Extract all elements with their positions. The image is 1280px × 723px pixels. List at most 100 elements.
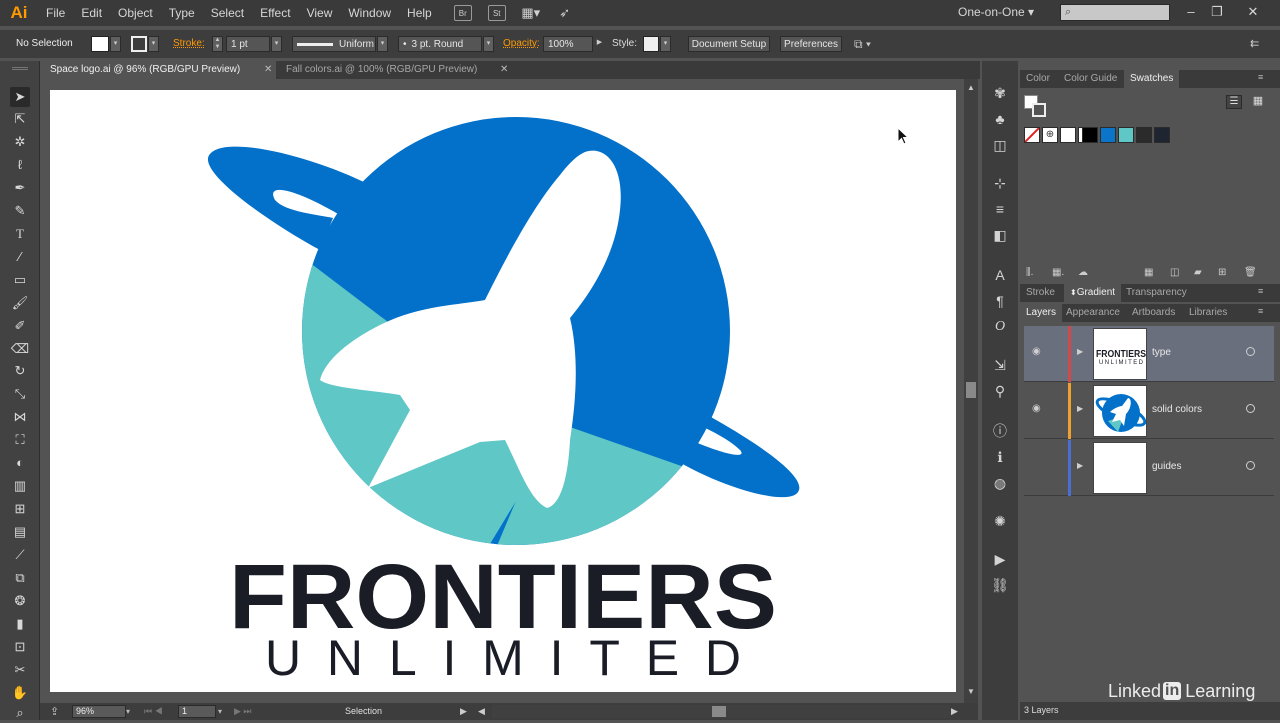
menu-type[interactable]: Type — [161, 0, 203, 26]
workspace-switcher[interactable]: One-on-One ▾ — [958, 5, 1034, 19]
close-tab-icon[interactable]: ✕ — [264, 61, 272, 79]
stroke-profile-dropdown[interactable]: ▾ — [377, 36, 388, 52]
close-tab-icon[interactable]: ✕ — [500, 61, 508, 79]
style-swatch[interactable] — [643, 36, 659, 52]
artboard[interactable]: FRONTIERS UNLIMITED — [50, 90, 956, 692]
stroke-swatch[interactable] — [131, 36, 147, 52]
hand-tool-icon[interactable]: ✋ — [10, 683, 30, 703]
expand-arrow-icon[interactable]: ▶ — [1077, 404, 1083, 413]
visibility-eye-icon[interactable]: ◉ — [1032, 346, 1041, 357]
zoom-level-field[interactable]: 96% — [72, 705, 126, 718]
bridge-icon[interactable]: Br — [453, 5, 472, 21]
gpu-performance-icon[interactable]: ➶ — [556, 5, 574, 21]
pen-tool-icon[interactable]: ✒ — [10, 178, 30, 198]
shape-builder-tool-icon[interactable]: ◐ — [10, 453, 30, 473]
swatch-blue[interactable] — [1100, 127, 1116, 143]
menu-window[interactable]: Window — [340, 0, 399, 26]
new-swatch-icon[interactable]: ⊞ — [1218, 267, 1226, 278]
swatch-libraries-icon[interactable]: ⫼. — [1026, 267, 1033, 278]
scale-tool-icon[interactable]: ⤡ — [10, 384, 30, 404]
fill-swatch[interactable] — [91, 36, 109, 52]
horizontal-scroll-thumb[interactable] — [712, 706, 726, 717]
style-dropdown[interactable]: ▾ — [660, 36, 671, 52]
panel-options-icon[interactable]: ≡ — [1258, 286, 1263, 296]
tab-artboards[interactable]: Artboards — [1126, 304, 1181, 322]
tab-fall-colors[interactable]: Fall colors.ai @ 100% (RGB/GPU Preview) — [276, 61, 516, 79]
arrange-icon[interactable]: ⧉ ▾ — [854, 36, 871, 52]
stroke-weight-dropdown[interactable]: ▾ — [271, 36, 282, 52]
opentype-panel-icon[interactable]: O — [989, 317, 1011, 337]
graphic-styles-panel-icon[interactable]: ◫ — [989, 135, 1011, 155]
artboard-number-field[interactable]: 1 — [178, 705, 216, 718]
actions-panel-icon[interactable]: ▶ — [989, 549, 1011, 569]
opacity-label[interactable]: Opacity: — [503, 36, 540, 52]
tab-layers[interactable]: Layers — [1020, 304, 1063, 322]
status-menu-arrow-icon[interactable]: ▶ — [460, 706, 467, 717]
perspective-grid-tool-icon[interactable]: ▥ — [10, 476, 30, 496]
layer-name[interactable]: guides — [1152, 461, 1181, 472]
tab-appearance[interactable]: Appearance — [1060, 304, 1126, 322]
gradient-tool-icon[interactable]: ▤ — [10, 522, 30, 542]
opacity-field[interactable]: 100% — [543, 36, 593, 52]
paragraph-panel-icon[interactable]: ¶ — [989, 291, 1011, 311]
cloud-sync-icon[interactable]: ☁ — [1078, 267, 1088, 278]
swatch-dark-gray[interactable] — [1136, 127, 1152, 143]
zoom-dropdown-icon[interactable]: ▾ — [126, 705, 130, 718]
swatch-registration[interactable]: ⊕ — [1042, 127, 1058, 143]
swatch-navy[interactable] — [1154, 127, 1170, 143]
stroke-weight-field[interactable]: 1 pt — [226, 36, 270, 52]
artboard-dropdown-icon[interactable]: ▾ — [218, 705, 222, 718]
direct-selection-tool-icon[interactable]: ⇱ — [10, 109, 30, 129]
stroke-profile-select[interactable]: Uniform — [292, 36, 376, 52]
document-info-panel-icon[interactable]: ℹ — [989, 447, 1011, 467]
visibility-eye-icon[interactable]: ◉ — [1032, 403, 1041, 414]
canvas-area[interactable]: FRONTIERS UNLIMITED — [40, 79, 964, 703]
selection-tool-icon[interactable]: ➤ — [10, 87, 30, 107]
tab-libraries[interactable]: Libraries — [1183, 304, 1233, 322]
panel-menu-icon[interactable]: ⇇ — [1250, 36, 1259, 52]
align-panel-icon[interactable]: ≡ — [989, 199, 1011, 219]
menu-effect[interactable]: Effect — [252, 0, 298, 26]
tab-swatches[interactable]: Swatches — [1124, 70, 1180, 88]
menu-view[interactable]: View — [299, 0, 341, 26]
asset-export-panel-icon[interactable]: ⇲ — [989, 355, 1011, 375]
transform-panel-icon[interactable]: ⊹ — [989, 173, 1011, 193]
swatch-teal[interactable] — [1118, 127, 1134, 143]
swatch-stroke-indicator[interactable] — [1032, 103, 1046, 117]
brush-select[interactable]: • 3 pt. Round — [398, 36, 482, 52]
toolbox-grip[interactable] — [12, 67, 28, 70]
layer-name[interactable]: type — [1152, 347, 1171, 358]
show-kinds-icon[interactable]: ▦. — [1052, 267, 1064, 278]
zoom-tool-icon[interactable]: ⌕ — [10, 703, 30, 723]
eyedropper-tool-icon[interactable]: ⟋ — [10, 545, 30, 565]
swatch-none[interactable] — [1024, 127, 1040, 143]
pathfinder-panel-icon[interactable]: ◧ — [989, 225, 1011, 245]
layer-name[interactable]: solid colors — [1152, 404, 1202, 415]
layer-row-solid-colors[interactable]: ◉ ▶ solid colors — [1024, 383, 1274, 439]
tab-transparency[interactable]: Transparency — [1120, 284, 1193, 302]
last-artboard-icon[interactable]: ▶ ⏭ — [234, 705, 252, 718]
character-panel-icon[interactable]: A — [989, 265, 1011, 285]
preferences-button[interactable]: Preferences — [780, 36, 842, 52]
free-transform-tool-icon[interactable]: ⛶ — [10, 430, 30, 450]
brushes-panel-icon[interactable]: ✾ — [989, 83, 1011, 103]
stroke-label[interactable]: Stroke: — [173, 36, 205, 52]
stroke-weight-stepper[interactable]: ▲ ▼ — [212, 36, 223, 52]
new-color-group-icon[interactable]: ▰ — [1194, 267, 1202, 278]
vertical-scrollbar[interactable]: ▲ ▼ — [964, 79, 978, 703]
symbol-sprayer-tool-icon[interactable]: ❂ — [10, 591, 30, 611]
tab-color[interactable]: Color — [1020, 70, 1056, 88]
layer-target-icon[interactable] — [1246, 347, 1255, 356]
links-panel-icon[interactable]: ⚲ — [989, 381, 1011, 401]
shaper-tool-icon[interactable]: ✐ — [10, 316, 30, 336]
scroll-down-icon[interactable]: ▼ — [967, 687, 975, 696]
vertical-scroll-thumb[interactable] — [966, 382, 976, 398]
mesh-tool-icon[interactable]: ⊞ — [10, 499, 30, 519]
type-tool-icon[interactable]: T — [10, 224, 30, 244]
cc-libraries-panel-icon[interactable]: ⛓ — [989, 575, 1011, 595]
menu-select[interactable]: Select — [203, 0, 252, 26]
logo-artwork[interactable]: FRONTIERS UNLIMITED — [50, 90, 956, 692]
color-group-icon[interactable]: ◫ — [1170, 267, 1179, 278]
column-graph-tool-icon[interactable]: ▮ — [10, 614, 30, 634]
layer-target-icon[interactable] — [1246, 404, 1255, 413]
